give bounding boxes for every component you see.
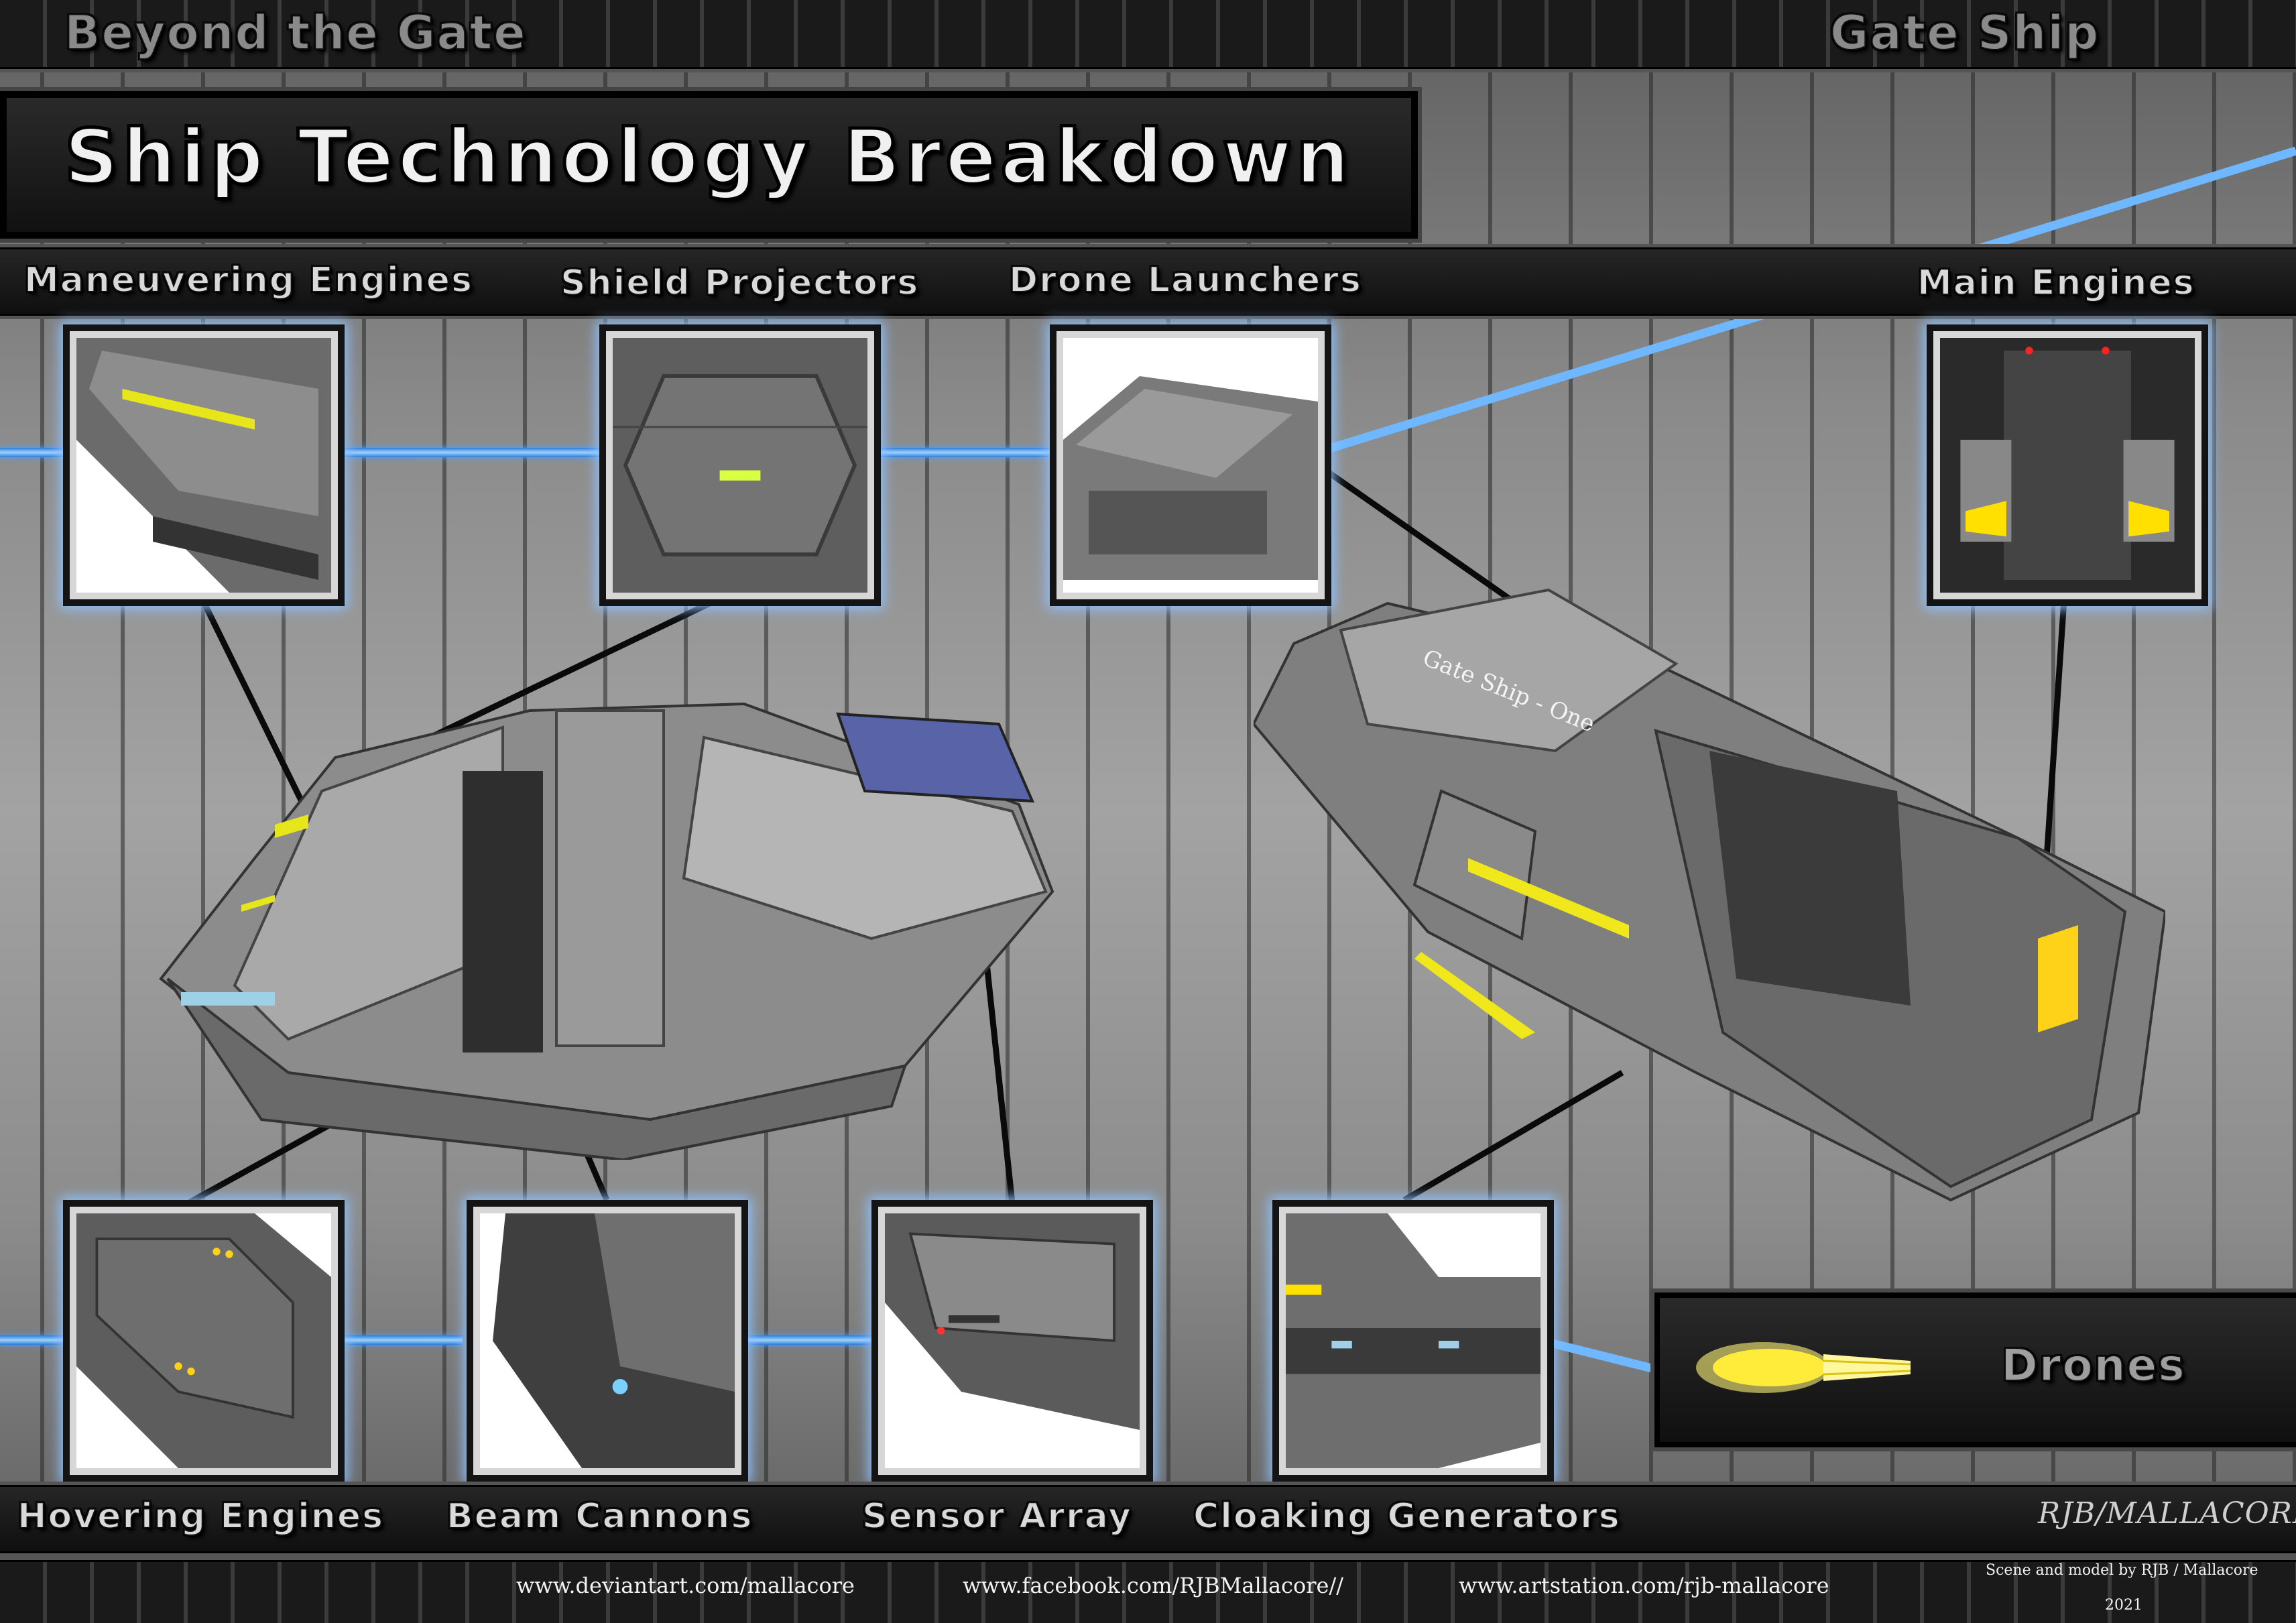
thumb-beam-cannons	[473, 1207, 741, 1475]
label-beam-cannons: Beam Cannons	[446, 1496, 753, 1537]
ship-left-render	[159, 702, 1054, 1160]
label-cloaking-generators: Cloaking Generators	[1193, 1496, 1621, 1537]
drone-icon	[1696, 1342, 1911, 1393]
link-artstation[interactable]: www.artstation.com/rjb-mallacore	[1459, 1573, 1829, 1598]
thumb-main-engines	[1933, 331, 2201, 599]
credit-year: 2021	[2105, 1597, 2142, 1614]
thumb-cloaking-generators	[1279, 1207, 1547, 1475]
thumb-shield-projectors	[606, 331, 874, 599]
link-facebook[interactable]: www.facebook.com/RJBMallacore//	[963, 1573, 1343, 1598]
signature: RJB/MALLACORE	[2038, 1496, 2296, 1530]
ship-right-render: Gate Ship - One	[1254, 588, 2165, 1202]
link-deviantart[interactable]: www.deviantart.com/mallacore	[516, 1573, 855, 1598]
credit-text: Scene and model by RJB / Mallacore	[1986, 1562, 2258, 1579]
thumb-maneuvering-engines	[70, 331, 338, 599]
thumb-sensor-array	[878, 1207, 1146, 1475]
label-hovering-engines: Hovering Engines	[17, 1496, 385, 1537]
thumb-hovering-engines	[70, 1207, 338, 1475]
artwork-canvas: Beyond the Gate Gate Ship Ship Technolog…	[0, 0, 2296, 1623]
thumb-drone-launchers	[1056, 331, 1325, 599]
label-sensor-array: Sensor Array	[861, 1496, 1133, 1537]
drones-label: Drones	[2000, 1339, 2186, 1392]
